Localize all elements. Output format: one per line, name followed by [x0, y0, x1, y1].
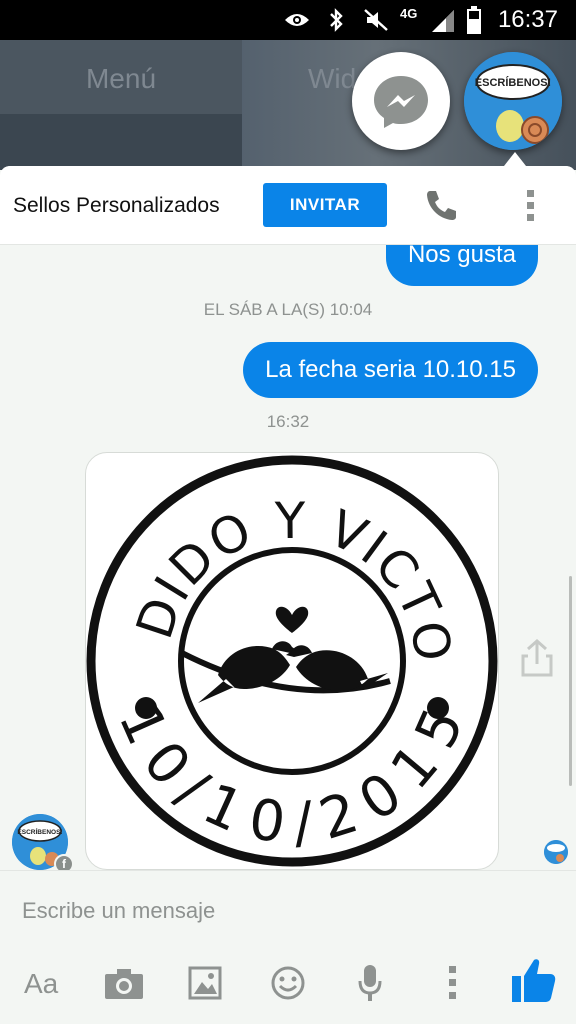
background-tab-menu: Menú [0, 40, 242, 114]
status-time: 16:37 [497, 6, 558, 33]
emoji-icon[interactable] [270, 965, 306, 1001]
contact-name: Sellos Personalizados [13, 194, 220, 217]
thumbs-up-icon[interactable] [510, 956, 556, 1004]
svg-text:ESCRÍBENOS!: ESCRÍBENOS! [17, 827, 62, 836]
composer-toolbar: Aa [0, 946, 576, 1024]
chat-head-pointer [504, 152, 526, 166]
battery-icon [467, 6, 481, 34]
eye-icon [285, 14, 309, 26]
share-icon[interactable] [520, 638, 554, 678]
mute-icon [364, 9, 388, 31]
message-timestamp: EL SÁB A LA(S) 10:04 [203, 300, 373, 319]
message-timestamp: 16:32 [266, 412, 310, 431]
seen-indicator-avatar [544, 840, 568, 864]
text-format-button[interactable]: Aa [24, 968, 58, 1000]
messenger-chat-head[interactable] [352, 52, 450, 150]
composer [0, 870, 576, 947]
message-input[interactable] [20, 893, 544, 929]
signal-icon [432, 10, 454, 32]
message-bubble[interactable]: La fecha seria 10.10.15 [243, 342, 538, 398]
microphone-icon[interactable] [358, 964, 382, 1002]
contact-avatar: ESCRÍBENOS! [464, 52, 562, 150]
more-vertical-icon[interactable] [446, 964, 460, 1002]
bluetooth-icon [330, 8, 343, 32]
background-strip [0, 114, 242, 170]
network-label: 4G [400, 6, 418, 21]
phone-icon[interactable] [424, 188, 458, 222]
stamp-image: CÁNDIDO Y VICTORIA 10/10/2015 [86, 453, 498, 867]
gallery-icon[interactable] [188, 966, 222, 1000]
image-message[interactable]: CÁNDIDO Y VICTORIA 10/10/2015 [85, 452, 499, 870]
invite-button[interactable]: INVITAR [263, 183, 387, 227]
conversation-header: Sellos Personalizados INVITAR [0, 166, 576, 245]
camera-icon[interactable] [104, 968, 144, 1000]
status-bar: 4G 16:37 [0, 0, 576, 40]
messenger-icon [374, 76, 428, 128]
contact-avatar [544, 840, 568, 864]
more-vertical-icon[interactable] [523, 188, 539, 224]
svg-text:ESCRÍBENOS!: ESCRÍBENOS! [475, 76, 551, 89]
scrollbar[interactable] [569, 576, 572, 786]
chat-panel: Nos gusta EL SÁB A LA(S) 10:04 La fecha … [0, 166, 576, 1024]
contact-chat-head[interactable]: ESCRÍBENOS! [464, 52, 562, 150]
